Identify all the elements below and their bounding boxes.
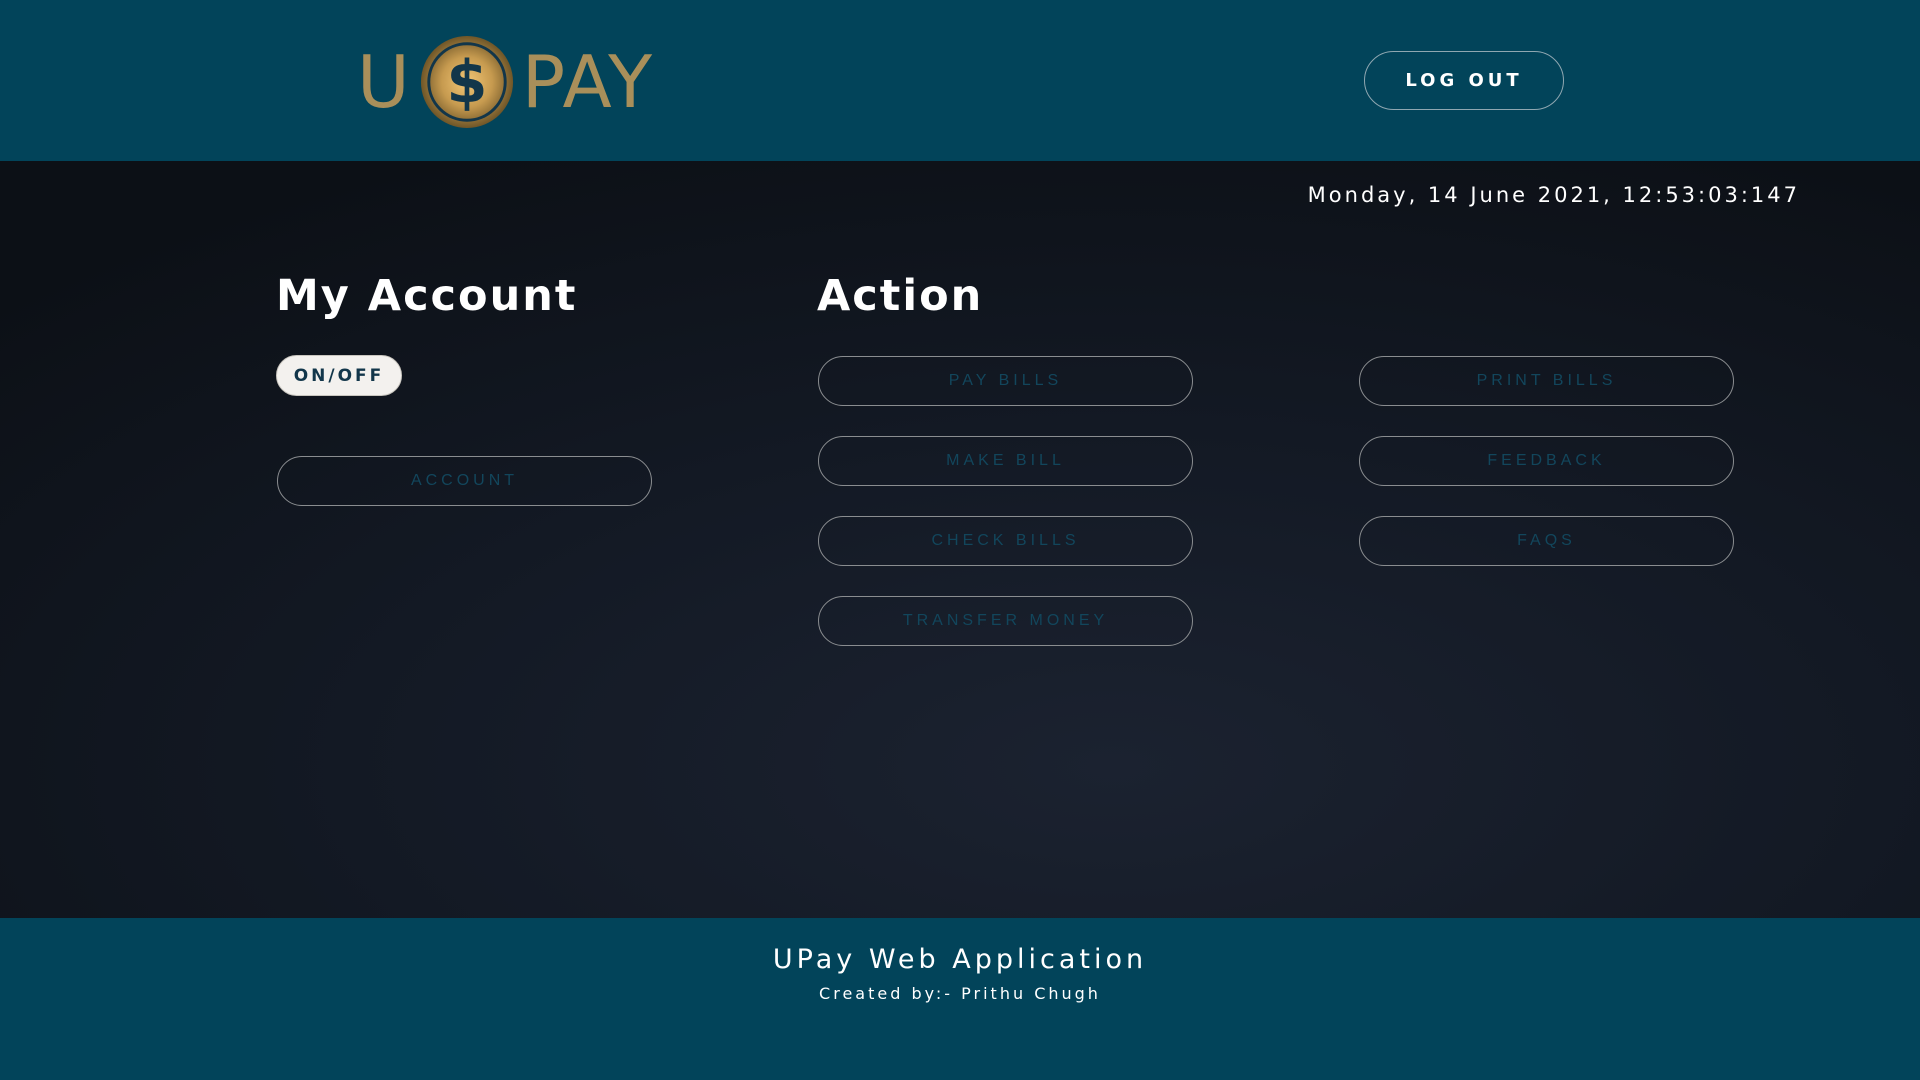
upay-logo[interactable]: U $ PAY xyxy=(357,32,654,132)
faqs-button[interactable]: FAQS xyxy=(1359,516,1734,566)
logout-button[interactable]: LOG OUT xyxy=(1364,51,1564,110)
dashboard-main: Monday, 14 June 2021, 12:53:03:147 My Ac… xyxy=(0,161,1920,918)
coin-symbol: $ xyxy=(446,48,487,117)
my-account-heading: My Account xyxy=(276,271,578,321)
action-heading: Action xyxy=(817,271,984,321)
logo-text-pay: PAY xyxy=(521,40,655,124)
on-off-toggle[interactable]: ON/OFF xyxy=(276,355,402,396)
datetime-display: Monday, 14 June 2021, 12:53:03:147 xyxy=(1307,183,1800,207)
pay-bills-button[interactable]: PAY BILLS xyxy=(818,356,1193,406)
feedback-button[interactable]: FEEDBACK xyxy=(1359,436,1734,486)
footer-credit: Created by:- Prithu Chugh xyxy=(819,984,1101,1003)
account-button[interactable]: ACCOUNT xyxy=(277,456,652,506)
footer-title: UPay Web Application xyxy=(772,944,1148,975)
top-header: U $ PAY LOG OUT xyxy=(0,0,1920,161)
make-bill-button[interactable]: MAKE BILL xyxy=(818,436,1193,486)
page-footer: UPay Web Application Created by:- Prithu… xyxy=(0,918,1920,1080)
transfer-money-button[interactable]: TRANSFER MONEY xyxy=(818,596,1193,646)
logo-letter-u: U xyxy=(357,40,412,124)
check-bills-button[interactable]: CHECK BILLS xyxy=(818,516,1193,566)
print-bills-button[interactable]: PRINT BILLS xyxy=(1359,356,1734,406)
dollar-coin-icon: $ xyxy=(420,35,513,129)
